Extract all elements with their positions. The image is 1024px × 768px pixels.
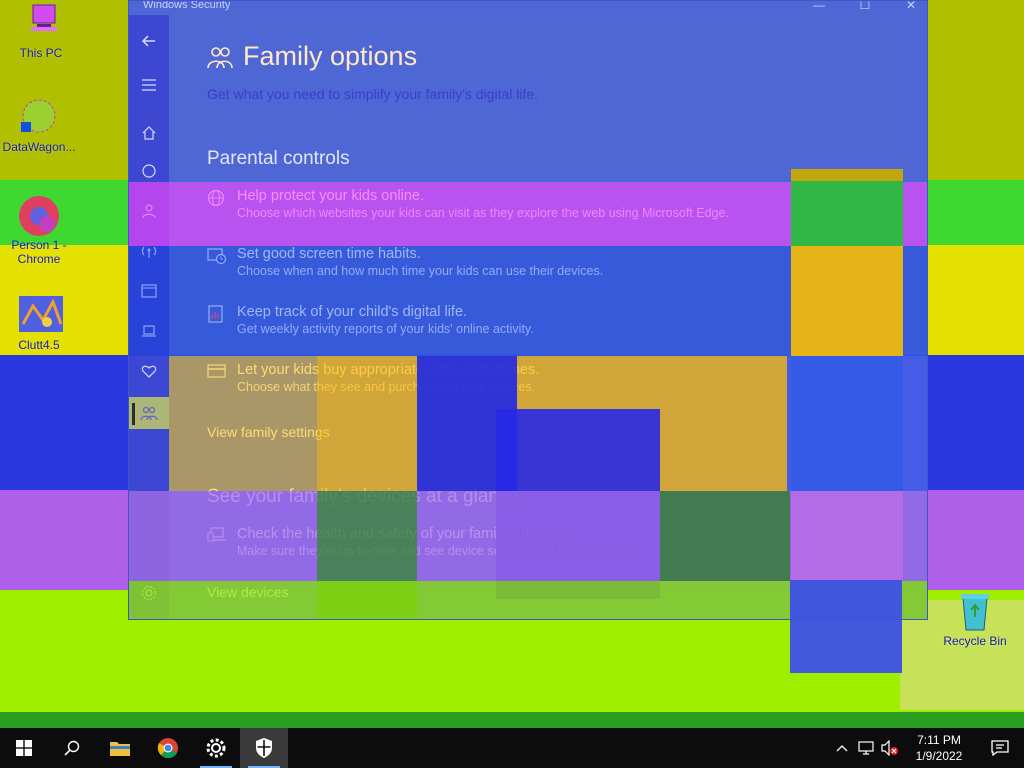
nav-account-protection[interactable] xyxy=(129,195,169,227)
section-parental-controls: Parental controls xyxy=(207,148,350,169)
chrome-icon xyxy=(157,738,178,759)
view-family-settings-link[interactable]: View family settings xyxy=(207,424,887,440)
nav-home[interactable] xyxy=(129,117,169,149)
recycle-bin-icon xyxy=(953,590,997,631)
app-shortcut-icon xyxy=(17,294,63,334)
page-content: Family options Get what you need to simp… xyxy=(207,41,887,600)
network-icon xyxy=(858,741,874,755)
family-options-icon xyxy=(140,406,158,421)
windows-security-icon xyxy=(256,738,272,758)
card-icon xyxy=(207,363,227,381)
account-protection-icon xyxy=(142,204,156,219)
notification-icon xyxy=(991,740,1009,756)
search-button[interactable] xyxy=(48,728,96,768)
page-title-text: Family options xyxy=(243,41,418,71)
desktop-band xyxy=(0,712,1024,728)
windows-security-taskbar-button[interactable] xyxy=(240,728,288,768)
screen-time-icon xyxy=(207,247,227,265)
nav-family-options[interactable] xyxy=(129,397,169,429)
home-icon xyxy=(142,126,156,140)
window-title: Windows Security xyxy=(143,0,231,11)
app-browser-icon xyxy=(141,284,157,298)
item-description: Get weekly activity reports of your kids… xyxy=(237,322,534,336)
list-item: Set good screen time habits. Choose when… xyxy=(207,246,887,286)
item-description: Make sure they're up-to-date and see dev… xyxy=(237,544,633,558)
firewall-icon xyxy=(141,246,157,258)
settings-taskbar-button[interactable] xyxy=(192,728,240,768)
nav-device-security[interactable] xyxy=(129,315,169,347)
desktop-icon-person-chrome[interactable]: Person 1 - Chrome xyxy=(0,194,78,266)
chrome-button[interactable] xyxy=(144,728,192,768)
family-options-icon xyxy=(207,46,233,68)
menu-icon xyxy=(142,79,156,91)
minimize-button[interactable]: — xyxy=(811,1,827,12)
desktop-icon-recycle-bin[interactable]: Recycle Bin xyxy=(936,590,1014,648)
maximize-button[interactable]: ☐ xyxy=(857,1,873,12)
show-hidden-icons-button[interactable] xyxy=(830,728,854,768)
taskbar: 7:11 PM 1/9/2022 xyxy=(0,728,1024,768)
item-description: Choose which websites your kids can visi… xyxy=(237,206,729,220)
item-title: Check the health and safety of your fami… xyxy=(237,526,575,542)
virus-protection-icon xyxy=(142,164,156,178)
volume-button[interactable] xyxy=(878,728,902,768)
clock[interactable]: 7:11 PM 1/9/2022 xyxy=(902,732,976,764)
chrome-profile-icon xyxy=(17,194,61,236)
page-title: Family options xyxy=(207,41,887,72)
nav-app-browser[interactable] xyxy=(129,275,169,307)
back-button[interactable] xyxy=(129,25,169,57)
chevron-up-icon xyxy=(836,745,848,752)
nav-virus-protection[interactable] xyxy=(129,155,169,187)
device-performance-icon xyxy=(141,365,157,378)
network-button[interactable] xyxy=(854,728,878,768)
settings-icon xyxy=(206,738,226,758)
system-tray: 7:11 PM 1/9/2022 xyxy=(830,728,1024,768)
action-center-button[interactable] xyxy=(976,728,1024,768)
clock-date: 1/9/2022 xyxy=(915,749,963,763)
file-explorer-icon xyxy=(110,742,130,756)
desktop-icon-this-pc[interactable]: This PC xyxy=(2,2,80,60)
desktop-icon-clutt[interactable]: Clutt4.5 xyxy=(0,294,78,352)
page-subtitle: Get what you need to simplify your famil… xyxy=(207,86,539,102)
navigation-rail xyxy=(129,15,169,619)
close-button[interactable]: ✕ xyxy=(903,1,919,12)
start-button[interactable] xyxy=(0,728,48,768)
device-security-icon xyxy=(142,325,156,337)
nav-device-performance[interactable] xyxy=(129,355,169,387)
list-item: Help protect your kids online. Choose wh… xyxy=(207,188,887,228)
list-item: Let your kids buy appropriate apps and g… xyxy=(207,362,887,402)
file-explorer-button[interactable] xyxy=(96,728,144,768)
title-bar[interactable]: Windows Security — ☐ ✕ xyxy=(129,0,927,15)
clock-time: 7:11 PM xyxy=(917,733,961,747)
devices-icon xyxy=(207,527,227,545)
volume-muted-icon xyxy=(881,740,898,756)
list-item: Keep track of your child's digital life.… xyxy=(207,304,887,344)
shortcut-icon xyxy=(17,96,61,136)
item-description: Choose what they see and purchase for th… xyxy=(237,380,536,394)
item-title: Set good screen time habits. xyxy=(237,246,421,262)
list-item: Check the health and safety of your fami… xyxy=(207,526,887,566)
item-title: Let your kids buy appropriate apps and g… xyxy=(237,362,540,378)
report-icon xyxy=(207,305,227,323)
windows-security-window: Windows Security — ☐ ✕ Family options Ge… xyxy=(128,0,928,620)
menu-button[interactable] xyxy=(129,69,169,101)
nav-firewall[interactable] xyxy=(129,235,169,267)
search-icon xyxy=(64,740,80,756)
start-icon xyxy=(16,740,32,756)
globe-icon xyxy=(207,189,227,207)
computer-icon xyxy=(19,2,63,42)
settings-icon xyxy=(141,585,157,601)
back-icon xyxy=(141,35,155,47)
item-description: Choose when and how much time your kids … xyxy=(237,264,604,278)
view-devices-link[interactable]: View devices xyxy=(207,584,887,600)
item-title: Keep track of your child's digital life. xyxy=(237,304,468,320)
section-family-devices: See your family's devices at a glance xyxy=(207,486,520,507)
item-title: Help protect your kids online. xyxy=(237,188,424,204)
desktop-icon-datawagon[interactable]: DataWagon... xyxy=(0,96,78,154)
nav-settings[interactable] xyxy=(129,577,169,609)
